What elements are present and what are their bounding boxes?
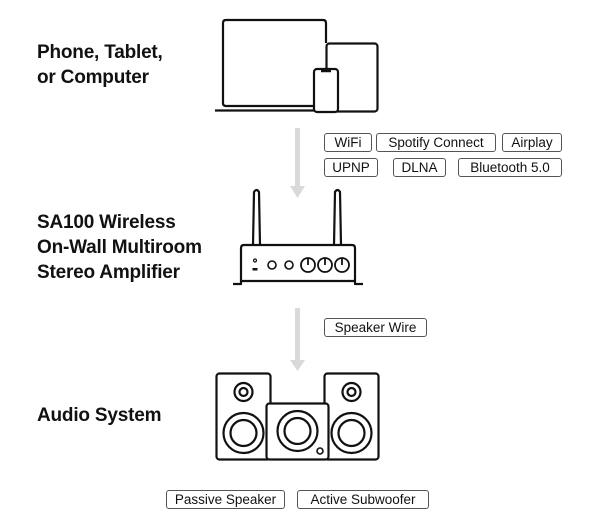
tag-spotify-connect: Spotify Connect xyxy=(376,133,496,152)
speaker-left-icon xyxy=(215,372,272,461)
devices-icon xyxy=(215,18,379,114)
tag-bluetooth: Bluetooth 5.0 xyxy=(458,158,562,177)
knob-icon xyxy=(300,257,316,273)
tag-airplay: Airplay xyxy=(502,133,562,152)
tag-passive-speaker: Passive Speaker xyxy=(166,490,285,509)
tag-dlna: DLNA xyxy=(393,158,446,177)
speakers-icon xyxy=(215,372,380,461)
amplifier-feet xyxy=(233,279,363,286)
knob-icon xyxy=(334,257,350,273)
port-icon xyxy=(267,260,277,270)
knob-icon xyxy=(317,257,333,273)
tag-upnp: UPNP xyxy=(324,158,378,177)
tag-speaker-wire: Speaker Wire xyxy=(324,318,427,337)
antenna-left xyxy=(251,188,262,246)
antenna-right xyxy=(332,188,343,246)
speaker-right-icon xyxy=(323,372,380,461)
amplifier-body xyxy=(239,243,357,281)
laptop-icon xyxy=(215,18,328,112)
diagram-graphics xyxy=(215,18,380,461)
tag-active-subwoofer: Active Subwoofer xyxy=(297,490,429,509)
tag-wifi: WiFi xyxy=(324,133,372,152)
phone-icon xyxy=(312,67,340,114)
subwoofer-icon xyxy=(265,402,330,461)
amplifier-icon xyxy=(233,188,363,286)
arrow-down-icon xyxy=(290,308,305,371)
arrow-down-icon xyxy=(290,128,305,198)
port-icon xyxy=(284,260,294,270)
